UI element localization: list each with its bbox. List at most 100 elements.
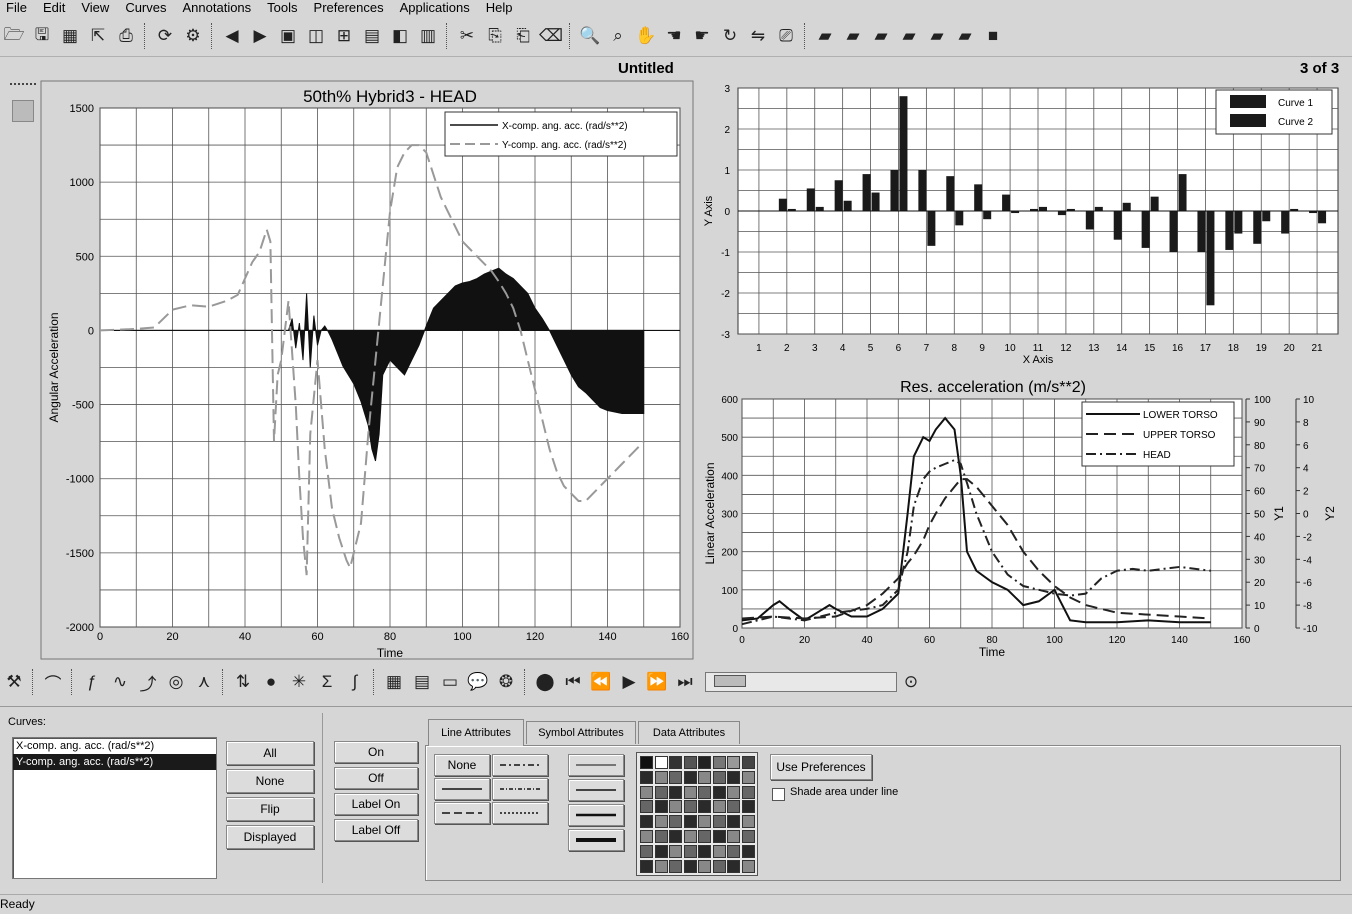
window-4-icon[interactable]: ▰ <box>897 24 921 48</box>
tab-symbol-attributes[interactable]: Symbol Attributes <box>526 721 636 744</box>
label-on-button[interactable]: Label On <box>334 793 418 815</box>
fast-forward-icon[interactable]: ⏩ <box>645 670 669 694</box>
color-swatch[interactable] <box>683 756 697 769</box>
color-swatch[interactable] <box>741 770 755 784</box>
bar-curve-1[interactable] <box>1253 211 1262 244</box>
layout-1-icon[interactable]: ▣ <box>276 24 300 48</box>
angular-acceleration-plot[interactable]: 50th% Hybrid3 - HEAD 0 20 40 60 80 100 120 140 16… <box>40 80 694 660</box>
bar-curve-2[interactable] <box>1094 206 1103 211</box>
color-swatch[interactable] <box>712 859 726 873</box>
color-swatch[interactable] <box>669 830 682 843</box>
sum-icon[interactable]: Σ <box>315 670 339 694</box>
left-panel-handle[interactable] <box>10 83 36 91</box>
select-all-button[interactable]: All <box>226 741 314 765</box>
color-swatch[interactable] <box>727 800 740 814</box>
bar-curve-2[interactable] <box>1262 211 1271 222</box>
line-style-none[interactable]: None <box>434 754 490 776</box>
bar-curve-1[interactable] <box>1197 211 1206 252</box>
color-palette[interactable] <box>636 752 758 876</box>
color-swatch[interactable] <box>683 859 697 873</box>
line-style-option[interactable] <box>492 802 548 824</box>
bar-curve-1[interactable] <box>862 174 871 211</box>
line-width-option[interactable] <box>568 829 624 851</box>
color-swatch[interactable] <box>683 844 697 858</box>
bar-curve-1[interactable] <box>778 198 787 211</box>
peak-icon[interactable]: ⋏ <box>192 670 216 694</box>
color-swatch[interactable] <box>669 785 682 799</box>
bar-curve-2[interactable] <box>1178 174 1187 211</box>
curve-list-item[interactable]: Y-comp. ang. acc. (rad/s**2) <box>13 754 216 770</box>
menu-tools[interactable]: Tools <box>267 0 297 15</box>
file-save-icon[interactable]: 🖫 <box>30 24 54 48</box>
rotate-icon[interactable]: ↻ <box>718 24 742 48</box>
color-swatch[interactable] <box>727 859 740 873</box>
table-icon[interactable]: ▤ <box>410 670 434 694</box>
color-swatch[interactable] <box>727 830 740 843</box>
bar-curve-1[interactable] <box>806 188 815 211</box>
settings-icon[interactable]: ⚙ <box>181 24 205 48</box>
color-swatch[interactable] <box>741 830 755 843</box>
layout-4-icon[interactable]: ▤ <box>360 24 384 48</box>
flip-icon[interactable]: ⇋ <box>746 24 770 48</box>
color-swatch[interactable] <box>712 830 726 843</box>
use-preferences-button[interactable]: Use Preferences <box>770 754 872 780</box>
color-swatch[interactable] <box>669 756 682 769</box>
menu-file[interactable]: File <box>6 0 27 15</box>
bar-curve-2[interactable] <box>1122 202 1131 211</box>
color-swatch[interactable] <box>640 785 653 799</box>
animation-slider[interactable] <box>705 672 897 692</box>
linear-acceleration-plot[interactable]: Res. acceleration (m/s**2)0 20 40 60 80 100 12… <box>700 372 1350 662</box>
bar-curve-2[interactable] <box>955 211 964 226</box>
window-5-icon[interactable]: ▰ <box>925 24 949 48</box>
layout-5-icon[interactable]: ◧ <box>388 24 412 48</box>
bar-curve-2[interactable] <box>1318 211 1327 224</box>
color-swatch[interactable] <box>712 770 726 784</box>
bar-curve-1[interactable] <box>1113 211 1122 240</box>
pan-y-icon[interactable]: ☛ <box>690 24 714 48</box>
window-1-icon[interactable]: ▰ <box>813 24 837 48</box>
color-swatch[interactable] <box>698 844 711 858</box>
menu-preferences[interactable]: Preferences <box>314 0 384 15</box>
color-swatch[interactable] <box>669 815 682 829</box>
color-swatch[interactable] <box>741 859 755 873</box>
layout-6-icon[interactable]: ▥ <box>416 24 440 48</box>
bar-curve-1[interactable] <box>1281 211 1290 234</box>
panel-icon[interactable] <box>12 100 34 122</box>
color-swatch[interactable] <box>698 859 711 873</box>
bar-curve-1[interactable] <box>890 170 899 211</box>
curve-list-item[interactable]: X-comp. ang. acc. (rad/s**2) <box>13 738 216 754</box>
integral-icon[interactable]: ∫ <box>343 670 367 694</box>
paste-icon[interactable]: ⎗ <box>511 24 535 48</box>
color-swatch[interactable] <box>698 800 711 814</box>
color-swatch[interactable] <box>654 756 668 769</box>
bar-curve-1[interactable] <box>1002 194 1011 211</box>
color-swatch[interactable] <box>640 756 653 769</box>
color-swatch[interactable] <box>640 859 653 873</box>
color-swatch[interactable] <box>683 815 697 829</box>
color-swatch[interactable] <box>683 830 697 843</box>
color-swatch[interactable] <box>669 844 682 858</box>
color-swatch[interactable] <box>640 830 653 843</box>
play-icon[interactable]: ▶ <box>617 670 641 694</box>
layout-3-icon[interactable]: ⊞ <box>332 24 356 48</box>
color-swatch[interactable] <box>712 756 726 769</box>
color-swatch[interactable] <box>654 815 668 829</box>
forward-icon[interactable]: ▶ <box>248 24 272 48</box>
color-swatch[interactable] <box>712 815 726 829</box>
options-icon[interactable]: ⊙ <box>899 670 923 694</box>
menu-help[interactable]: Help <box>486 0 513 15</box>
back-icon[interactable]: ◀ <box>220 24 244 48</box>
color-swatch[interactable] <box>683 800 697 814</box>
bar-curve-2[interactable] <box>871 192 880 211</box>
bar-curve-1[interactable] <box>1225 211 1234 250</box>
color-swatch[interactable] <box>698 770 711 784</box>
select-displayed-button[interactable]: Displayed <box>226 825 314 849</box>
bar-curve-1[interactable] <box>974 184 983 211</box>
copy-icon[interactable]: ⎘ <box>483 24 507 48</box>
notes-icon[interactable]: ▭ <box>438 670 462 694</box>
bar-curve-1[interactable] <box>1169 211 1178 252</box>
bar-curve-2[interactable] <box>843 200 852 211</box>
color-swatch[interactable] <box>741 785 755 799</box>
capture-icon[interactable]: ⎚ <box>774 24 798 48</box>
menu-applications[interactable]: Applications <box>400 0 470 15</box>
